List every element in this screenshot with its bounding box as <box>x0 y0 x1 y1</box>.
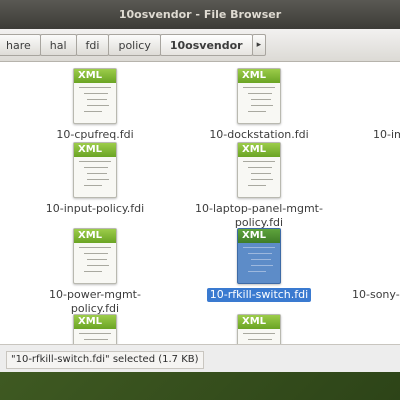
breadcrumb: hare hal fdi policy 10osvendor ▸ <box>0 34 267 56</box>
xml-file-icon: XML <box>73 314 117 344</box>
icon-view[interactable]: XML 10-cpufreq.fdi XML 10-dockstation.fd… <box>0 62 400 344</box>
file-name: 10-rfkill-switch.fdi <box>206 288 312 302</box>
file-item-selected[interactable]: XML 10-rfkill-switch.fdi <box>199 228 319 302</box>
xml-file-icon: XML <box>237 228 281 284</box>
status-bar: "10-rfkill-switch.fdi" selected (1.7 KB) <box>0 344 400 372</box>
file-name: 10-laptop-panel-mgmt-policy.fdi <box>195 202 323 229</box>
file-item[interactable]: XML 10-cpufreq.fdi <box>35 68 155 142</box>
file-name: 10-sony-la <box>352 288 400 301</box>
file-item[interactable]: XML 10-laptop-panel-mgmt-policy.fdi <box>185 142 333 230</box>
breadcrumb-next-arrow-icon[interactable]: ▸ <box>251 34 267 56</box>
file-item[interactable]: 10-im <box>373 68 400 142</box>
file-name: 10-power-mgmt-policy.fdi <box>49 288 141 315</box>
file-name: 10-cpufreq.fdi <box>56 128 134 141</box>
file-browser-window: 10osvendor - File Browser hare hal fdi p… <box>0 0 400 372</box>
xml-file-icon: XML <box>237 314 281 344</box>
selection-status: "10-rfkill-switch.fdi" selected (1.7 KB) <box>6 351 204 369</box>
breadcrumb-item-hal[interactable]: hal <box>39 34 77 56</box>
breadcrumb-item-share[interactable]: hare <box>0 34 41 56</box>
breadcrumb-item-fdi[interactable]: fdi <box>75 34 110 56</box>
xml-file-icon: XML <box>73 142 117 198</box>
file-item[interactable]: XML <box>35 314 155 344</box>
breadcrumb-item-10osvendor[interactable]: 10osvendor <box>159 34 253 56</box>
file-name: 10-dockstation.fdi <box>209 128 309 141</box>
xml-file-icon: XML <box>73 228 117 284</box>
file-item[interactable]: XML 10-power-mgmt-policy.fdi <box>29 228 161 316</box>
file-item[interactable]: XML <box>199 314 319 344</box>
window-title: 10osvendor - File Browser <box>118 8 282 21</box>
xml-file-icon: XML <box>237 142 281 198</box>
file-name: 10-input-policy.fdi <box>45 202 145 215</box>
location-toolbar: hare hal fdi policy 10osvendor ▸ <box>0 29 400 62</box>
file-item[interactable]: XML 10-dockstation.fdi <box>199 68 319 142</box>
breadcrumb-item-policy[interactable]: policy <box>108 34 161 56</box>
window-titlebar[interactable]: 10osvendor - File Browser <box>0 0 400 29</box>
xml-file-icon: XML <box>237 68 281 124</box>
xml-file-icon: XML <box>73 68 117 124</box>
file-item[interactable]: 10-sony-la <box>352 228 400 302</box>
file-item[interactable]: XML 10-input-policy.fdi <box>35 142 155 216</box>
file-name: 10-im <box>373 128 400 141</box>
